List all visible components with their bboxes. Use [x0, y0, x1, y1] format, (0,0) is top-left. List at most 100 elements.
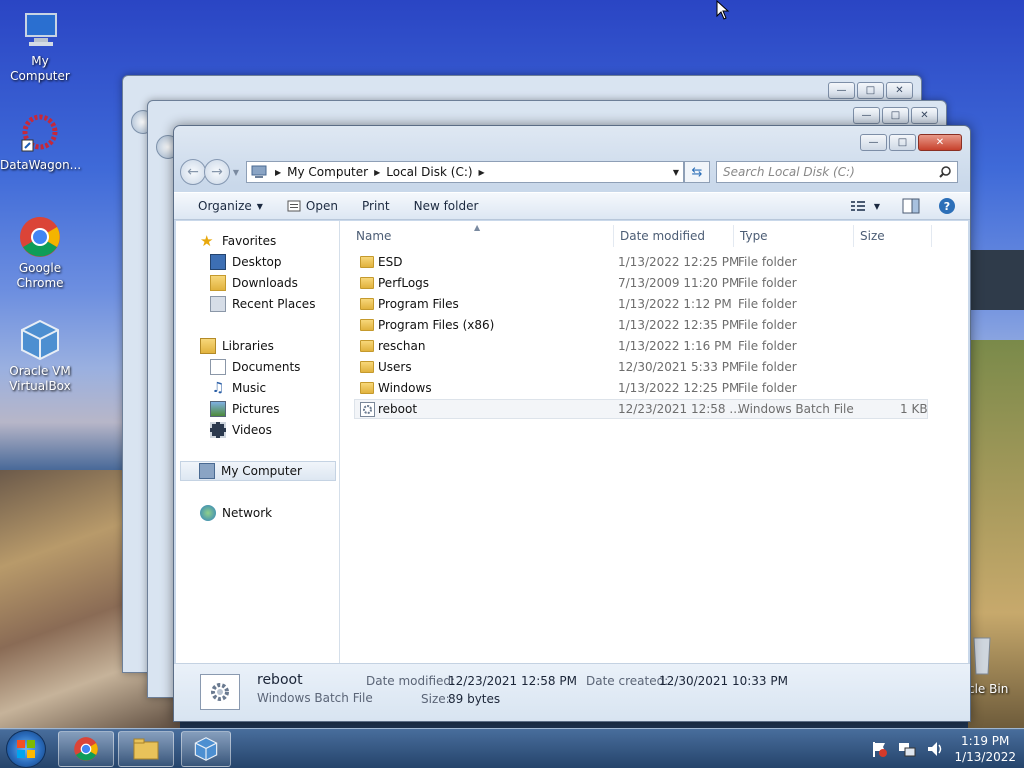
- column-size[interactable]: Size: [854, 225, 932, 247]
- file-list[interactable]: Name ▲ Date modified Type Size ESD 1/13/…: [340, 221, 968, 663]
- volume-icon[interactable]: [926, 740, 944, 758]
- file-name: Program Files: [378, 297, 459, 311]
- column-date-label: Date modified: [620, 229, 706, 243]
- clock[interactable]: 1:19 PM 1/13/2022: [954, 733, 1016, 765]
- back-button[interactable]: ←: [180, 159, 206, 185]
- file-row-program-files-x86[interactable]: Program Files (x86) 1/13/2022 12:35 PM F…: [354, 315, 928, 335]
- maximize-button[interactable]: □: [882, 107, 909, 124]
- recycle-bin-label[interactable]: cle Bin: [968, 682, 1008, 696]
- command-bar: Organize ▼ Open Print New folder ▼ ?: [174, 192, 970, 220]
- windows-logo-icon: [17, 740, 35, 758]
- nav-recent-label: Recent Places: [232, 297, 316, 311]
- close-button[interactable]: ✕: [918, 134, 962, 151]
- column-type[interactable]: Type: [734, 225, 854, 247]
- file-type: File folder: [738, 276, 797, 290]
- new-folder-button[interactable]: New folder: [404, 196, 489, 216]
- folder-icon: [360, 277, 374, 289]
- file-row-esd[interactable]: ESD 1/13/2022 12:25 PM File folder: [354, 252, 928, 272]
- file-date: 1/13/2022 1:12 PM: [618, 297, 732, 311]
- taskbar-explorer-button[interactable]: [118, 731, 174, 767]
- computer-icon: [25, 13, 57, 46]
- file-type: File folder: [738, 381, 797, 395]
- open-button[interactable]: Open: [277, 196, 348, 216]
- view-options-button[interactable]: ▼: [850, 200, 880, 212]
- nav-network[interactable]: Network: [200, 503, 272, 523]
- nav-network-label: Network: [222, 506, 273, 520]
- folder-icon: [133, 738, 159, 760]
- file-name: Program Files (x86): [378, 318, 495, 332]
- chevron-down-icon: ▼: [256, 201, 263, 211]
- open-file-icon: [287, 200, 301, 212]
- nav-my-computer[interactable]: My Computer: [180, 461, 336, 481]
- help-icon[interactable]: ?: [938, 197, 956, 215]
- virtualbox-desktop-icon[interactable]: Oracle VM VirtualBox: [0, 318, 80, 394]
- column-type-label: Type: [740, 229, 768, 243]
- nav-recent-places[interactable]: Recent Places: [210, 294, 315, 314]
- nav-downloads[interactable]: Downloads: [210, 273, 298, 293]
- system-tray: 1:19 PM 1/13/2022: [870, 733, 1016, 765]
- file-row-reschan[interactable]: reschan 1/13/2022 1:16 PM File folder: [354, 336, 928, 356]
- recent-pages-dropdown[interactable]: ▼: [230, 168, 242, 177]
- file-name: reschan: [378, 339, 426, 353]
- organize-button[interactable]: Organize ▼: [188, 196, 273, 216]
- file-row-users[interactable]: Users 12/30/2021 5:33 PM File folder: [354, 357, 928, 377]
- chevron-right-icon[interactable]: ▶: [479, 168, 485, 177]
- file-name: Users: [378, 360, 412, 374]
- refresh-button[interactable]: ⇆: [684, 161, 710, 183]
- file-row-windows[interactable]: Windows 1/13/2022 12:25 PM File folder: [354, 378, 928, 398]
- mouse-cursor-icon: [716, 0, 730, 20]
- minimize-button[interactable]: —: [853, 107, 880, 124]
- nav-desktop[interactable]: Desktop: [210, 252, 282, 272]
- search-icon[interactable]: [939, 166, 951, 178]
- nav-pictures[interactable]: Pictures: [210, 399, 280, 419]
- explorer-window[interactable]: — □ ✕ ← → ▼ ▶ My Computer ▶ Local Disk (…: [173, 125, 971, 722]
- file-type: File folder: [738, 255, 797, 269]
- chrome-desktop-icon[interactable]: Google Chrome: [0, 215, 80, 291]
- my-computer-desktop-icon[interactable]: My Computer: [0, 8, 80, 84]
- column-name[interactable]: Name ▲: [350, 223, 614, 247]
- network-icon[interactable]: [898, 740, 916, 758]
- view-list-icon: [850, 201, 865, 211]
- arrow-left-icon: ←: [187, 164, 199, 180]
- file-row-reboot[interactable]: reboot 12/23/2021 12:58 ... Windows Batc…: [354, 399, 928, 419]
- nav-libraries[interactable]: Libraries: [200, 336, 274, 356]
- taskbar-virtualbox-button[interactable]: [181, 731, 231, 767]
- breadcrumb-local-disk[interactable]: Local Disk (C:): [386, 165, 472, 179]
- close-button[interactable]: ✕: [886, 82, 913, 99]
- close-button[interactable]: ✕: [911, 107, 938, 124]
- chevron-right-icon[interactable]: ▶: [275, 168, 281, 177]
- datawagon-desktop-icon[interactable]: DataWagon...: [0, 112, 81, 173]
- forward-button[interactable]: →: [204, 159, 230, 185]
- nav-videos[interactable]: Videos: [210, 420, 272, 440]
- file-name: Windows: [378, 381, 432, 395]
- nav-documents[interactable]: Documents: [210, 357, 300, 377]
- minimize-button[interactable]: —: [860, 134, 887, 151]
- nav-documents-label: Documents: [232, 360, 301, 374]
- chevron-right-icon[interactable]: ▶: [374, 168, 380, 177]
- action-center-flag-icon[interactable]: [870, 740, 888, 758]
- start-button[interactable]: [6, 730, 46, 768]
- address-dropdown-icon[interactable]: ▼: [673, 168, 679, 177]
- taskbar-chrome-button[interactable]: [58, 731, 114, 767]
- file-row-program-files[interactable]: Program Files 1/13/2022 1:12 PM File fol…: [354, 294, 928, 314]
- recycle-bin-icon[interactable]: [970, 632, 994, 676]
- minimize-button[interactable]: —: [828, 82, 855, 99]
- nav-music[interactable]: ♫ Music: [210, 378, 266, 398]
- maximize-button[interactable]: □: [857, 82, 884, 99]
- nav-favorites[interactable]: ★ Favorites: [200, 231, 276, 251]
- search-placeholder: Search Local Disk (C:): [723, 165, 855, 179]
- breadcrumb-my-computer[interactable]: My Computer: [287, 165, 368, 179]
- svg-text:?: ?: [944, 200, 950, 213]
- print-button[interactable]: Print: [352, 196, 400, 216]
- file-row-perflogs[interactable]: PerfLogs 7/13/2009 11:20 PM File folder: [354, 273, 928, 293]
- address-bar[interactable]: ▶ My Computer ▶ Local Disk (C:) ▶ ▼: [246, 161, 684, 183]
- star-icon: ★: [200, 232, 214, 250]
- maximize-button[interactable]: □: [889, 134, 916, 151]
- details-modified-label: Date modified:: [366, 674, 456, 688]
- search-input[interactable]: Search Local Disk (C:): [716, 161, 958, 183]
- column-date-modified[interactable]: Date modified: [614, 225, 734, 247]
- nav-music-label: Music: [232, 381, 267, 395]
- downloads-folder-icon: [210, 275, 226, 291]
- new-folder-label: New folder: [413, 199, 479, 213]
- preview-pane-icon[interactable]: [902, 198, 920, 214]
